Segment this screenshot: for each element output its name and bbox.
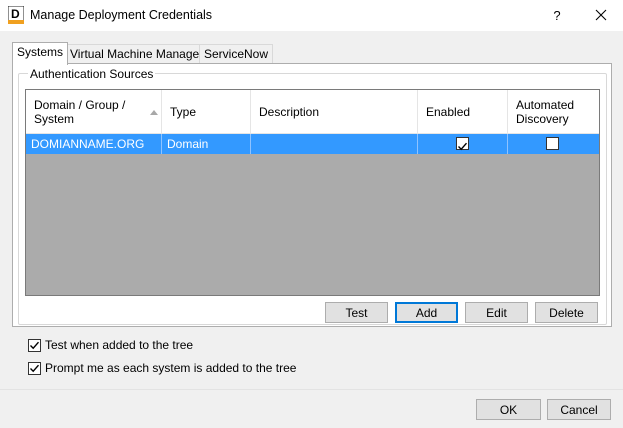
automated-discovery-checkbox[interactable] [546,137,559,150]
cell-type: Domain [162,134,251,154]
column-header-label: System [34,111,75,126]
test-when-added-label: Test when added to the tree [45,338,194,352]
column-header-domain[interactable]: Domain / Group / System [26,90,162,133]
edit-button[interactable]: Edit [465,302,528,323]
column-header-label: Automated [516,97,575,112]
authentication-sources-grid[interactable]: Domain / Group / System Type Description… [25,89,600,296]
cell-enabled [418,134,508,154]
enabled-checkbox[interactable] [456,137,469,151]
column-header-label: Domain / Group / [34,97,126,112]
column-header-label: Description [259,104,320,119]
svg-text:D: D [11,7,20,21]
column-header-label: Enabled [426,104,471,119]
sort-ascending-icon [150,110,158,115]
test-when-added-option[interactable]: Test when added to the tree [28,337,193,353]
cell-description [251,134,418,154]
tab-servicenow[interactable]: ServiceNow [199,44,274,65]
grid-header: Domain / Group / System Type Description… [26,90,599,134]
column-header-automated-discovery[interactable]: Automated Discovery [508,90,599,133]
prompt-each-option[interactable]: Prompt me as each system is added to the… [28,360,296,376]
footer-separator [0,389,623,390]
add-button[interactable]: Add [395,302,458,323]
window-title: Manage Deployment Credentials [30,8,213,22]
checkmark-icon [30,364,40,372]
tab-systems[interactable]: Systems [12,42,69,65]
delete-button[interactable]: Delete [535,302,598,323]
cell-automated-discovery [508,134,599,154]
tab-virtual-machine-managers[interactable]: Virtual Machine Managers [65,44,215,65]
prompt-each-checkbox[interactable] [28,361,41,375]
close-icon [595,9,607,21]
column-header-label: Discovery [516,111,569,126]
column-header-enabled[interactable]: Enabled [418,90,508,133]
column-header-description[interactable]: Description [251,90,418,133]
title-bar: D Manage Deployment Credentials ? [0,0,623,31]
column-header-type[interactable]: Type [162,90,251,133]
checkmark-icon [458,142,468,151]
test-button[interactable]: Test [325,302,388,323]
close-button[interactable] [584,0,618,31]
group-legend: Authentication Sources [28,67,156,81]
help-button[interactable]: ? [540,0,574,31]
app-icon: D [7,5,25,25]
column-header-label: Type [170,104,197,119]
table-row[interactable]: DOMIANNAME.ORG Domain [26,134,599,154]
prompt-each-label: Prompt me as each system is added to the… [45,361,297,375]
cell-domain: DOMIANNAME.ORG [26,134,162,154]
cancel-button[interactable]: Cancel [547,399,611,420]
ok-button[interactable]: OK [476,399,541,420]
checkmark-icon [30,341,40,349]
test-when-added-checkbox[interactable] [28,338,41,352]
